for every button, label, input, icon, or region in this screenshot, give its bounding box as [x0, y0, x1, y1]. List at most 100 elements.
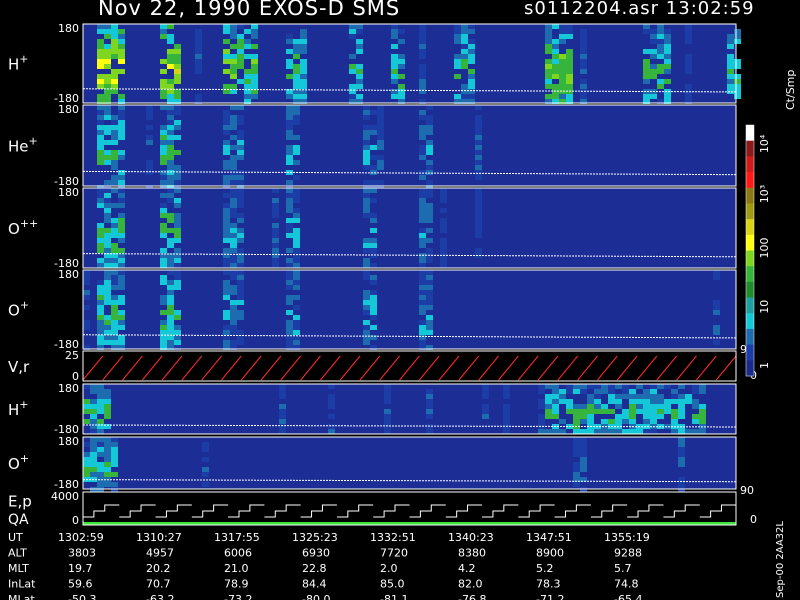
spectrogram-cell: [160, 34, 167, 39]
spectrogram-cell: [174, 310, 181, 315]
spectrogram-cell: [370, 188, 377, 193]
spectrogram-cell: [167, 24, 174, 29]
spectrogram-cell: [174, 315, 181, 320]
spectrogram-cell: [160, 59, 167, 64]
spectrogram-cell: [230, 188, 237, 193]
spectrogram-cell: [419, 198, 426, 203]
spectrogram-cell: [174, 105, 181, 110]
spectrogram-cell: [174, 198, 181, 203]
spectrogram-cell: [300, 84, 307, 89]
spectrogram-cell: [664, 409, 671, 414]
spectrogram-cell: [230, 198, 237, 203]
colorbar-tick: 10: [758, 300, 771, 314]
spectrogram-cell: [440, 188, 447, 193]
spectrogram-cell: [440, 208, 447, 213]
spectrogram-cell: [230, 325, 237, 330]
spectrogram-cell: [594, 399, 601, 404]
spectrogram-cell: [643, 79, 650, 84]
spectrogram-cell: [104, 270, 111, 275]
spectrogram-cell: [419, 325, 426, 330]
spectrogram-cell: [230, 310, 237, 315]
spectrogram-cell: [97, 105, 104, 110]
table-cell: -76.8: [458, 593, 486, 600]
spectrogram-cell: [174, 120, 181, 125]
spectrogram-cell: [363, 248, 370, 253]
table-cell: 19.7: [68, 562, 93, 575]
spectrogram-cell: [363, 198, 370, 203]
table-cell: 21.0: [224, 562, 249, 575]
spectrogram-cell: [286, 135, 293, 140]
spectrogram-cell: [230, 238, 237, 243]
spectrogram-cell: [167, 280, 174, 285]
spectrogram-cell: [650, 409, 657, 414]
spectrogram-cell: [545, 394, 552, 399]
spectrogram-cell: [426, 105, 433, 110]
spectrogram-cell: [111, 263, 118, 268]
spectrogram-cell: [118, 155, 125, 160]
spectrogram-cell: [174, 69, 181, 74]
spectrogram-cell: [419, 49, 426, 54]
spectrogram-cell: [111, 472, 118, 477]
spectrogram-cell: [118, 248, 125, 253]
spectrogram-cell: [279, 414, 286, 419]
spectrogram-cell: [97, 452, 104, 457]
spectrogram-cell: [643, 69, 650, 74]
spectrogram-cell: [419, 340, 426, 345]
spectrogram-cell: [111, 452, 118, 457]
spectrogram-cell: [678, 409, 685, 414]
spectrogram-cell: [426, 389, 433, 394]
y-max-label: 25: [65, 349, 79, 362]
spectrogram-cell: [244, 29, 251, 34]
spectrogram-cell: [293, 315, 300, 320]
spectrogram-cell: [713, 310, 720, 315]
spectrogram-cell: [104, 140, 111, 145]
spectrogram-cell: [552, 64, 559, 69]
spectrogram-cell: [90, 404, 97, 409]
spectrogram-cell: [545, 84, 552, 89]
spectrogram-cell: [223, 120, 230, 125]
spectrogram-cell: [426, 285, 433, 290]
spectrogram-cell: [363, 310, 370, 315]
spectrogram-cell: [545, 399, 552, 404]
spectrogram-cell: [629, 419, 636, 424]
spectrogram-cell: [419, 145, 426, 150]
spectrogram-cell: [104, 275, 111, 280]
spectrogram-cell: [650, 419, 657, 424]
spectrogram-cell: [237, 300, 244, 305]
spectrogram-cell: [167, 105, 174, 110]
spectrogram-cell: [174, 125, 181, 130]
spectrogram-cell: [104, 394, 111, 399]
spectrogram-cell: [566, 94, 573, 99]
spectrogram-cell: [685, 84, 692, 89]
spectrogram-cell: [97, 482, 104, 487]
spectrogram-cell: [615, 399, 622, 404]
table-cell: -80.0: [302, 593, 330, 600]
spectrogram-cell: [461, 39, 468, 44]
spectrogram-cell: [118, 295, 125, 300]
spectrogram-cell: [300, 94, 307, 99]
spectrogram-cell: [97, 115, 104, 120]
spectrogram-cell: [237, 130, 244, 135]
spectrogram-cell: [286, 208, 293, 213]
spectrogram-cell: [391, 74, 398, 79]
spectrogram-cell: [223, 285, 230, 290]
spectrogram-cell: [650, 49, 657, 54]
spectrogram-cell: [580, 389, 587, 394]
spectrogram-cell: [90, 419, 97, 424]
panel-label: He+: [8, 135, 38, 156]
panel-label-sup: +: [20, 452, 29, 465]
spectrogram-cell: [419, 130, 426, 135]
spectrogram-cell: [391, 64, 398, 69]
spectrogram-cell: [363, 115, 370, 120]
spectrogram-cell: [160, 125, 167, 130]
spectrogram-cell: [461, 54, 468, 59]
spectrogram-cell: [671, 409, 678, 414]
spectrogram-cell: [104, 409, 111, 414]
spectrogram-cell: [398, 29, 405, 34]
spectrogram-cell: [503, 429, 510, 434]
spectrogram-cell: [377, 105, 384, 110]
spectrogram-cell: [286, 270, 293, 275]
spectrogram-cell: [118, 115, 125, 120]
spectrogram-cell: [587, 399, 594, 404]
spectrogram-cell: [573, 437, 580, 442]
